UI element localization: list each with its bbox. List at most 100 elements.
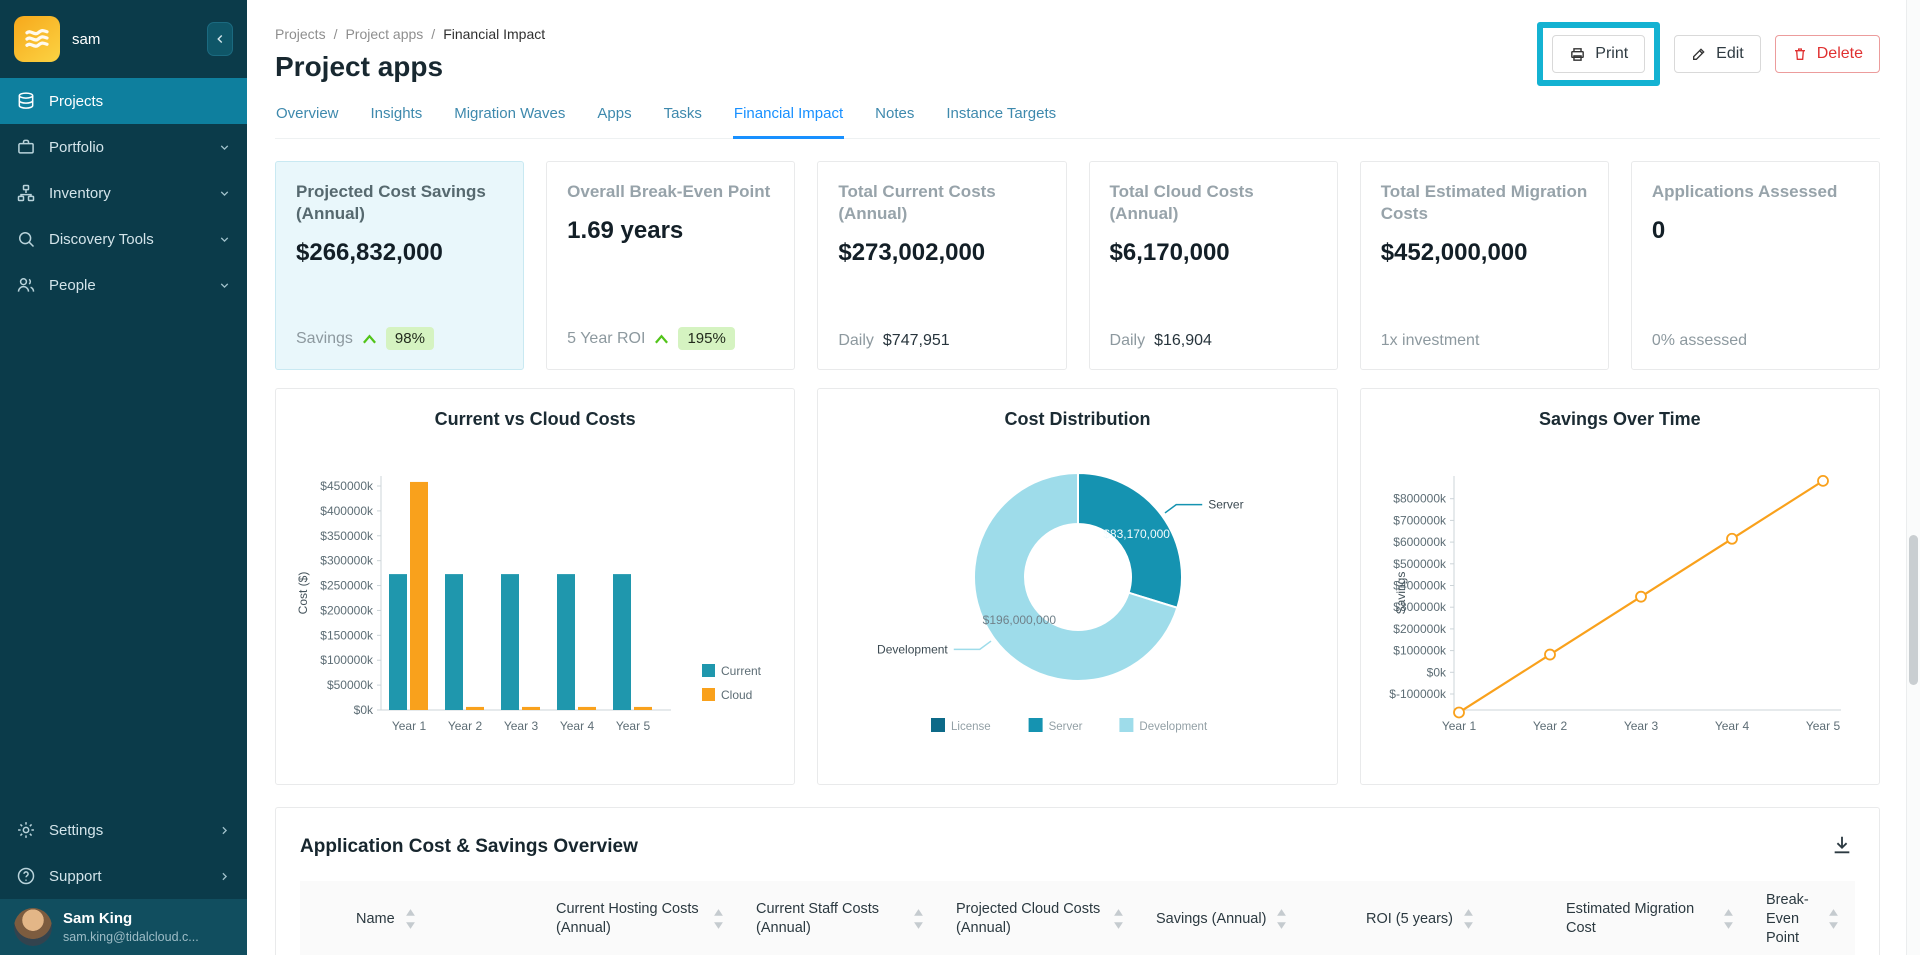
hierarchy-icon bbox=[16, 183, 36, 203]
chart-card-current-vs-cloud: Current vs Cloud Costs $0k$50000k$100000… bbox=[275, 388, 795, 785]
sidebar-item-people[interactable]: People bbox=[0, 262, 247, 308]
sort-carets-icon[interactable] bbox=[1828, 908, 1839, 930]
svg-text:Cost ($): Cost ($) bbox=[296, 572, 310, 615]
bar-chart-svg: $0k$50000k$100000k$150000k$200000k$25000… bbox=[277, 436, 794, 776]
stack-icon bbox=[16, 91, 36, 111]
search-icon bbox=[16, 229, 36, 249]
breadcrumb-item-current: Financial Impact bbox=[443, 26, 545, 42]
tab-overview[interactable]: Overview bbox=[275, 105, 340, 138]
pencil-icon bbox=[1691, 46, 1707, 62]
svg-text:Year 3: Year 3 bbox=[504, 719, 539, 733]
svg-text:Development: Development bbox=[877, 642, 948, 656]
tab-migration-waves[interactable]: Migration Waves bbox=[453, 105, 566, 138]
workspace-name: sam bbox=[72, 31, 100, 48]
sidebar-item-support[interactable]: Support bbox=[0, 853, 247, 899]
delete-button[interactable]: Delete bbox=[1775, 35, 1880, 73]
user-profile[interactable]: Sam King sam.king@tidalcloud.c... bbox=[0, 899, 247, 955]
column-header-savings-annual[interactable]: Savings (Annual) bbox=[1140, 881, 1350, 955]
sidebar-item-portfolio[interactable]: Portfolio bbox=[0, 124, 247, 170]
svg-text:$100000k: $100000k bbox=[320, 653, 374, 667]
chevron-down-icon bbox=[218, 187, 231, 200]
svg-text:$500000k: $500000k bbox=[1394, 557, 1448, 571]
svg-text:$100000k: $100000k bbox=[1394, 644, 1448, 658]
column-header-current-hosting[interactable]: Current Hosting Costs (Annual) bbox=[540, 881, 740, 955]
kpi-value: 1.69 years bbox=[567, 217, 774, 245]
sidebar-collapse-button[interactable] bbox=[207, 22, 233, 56]
sort-carets-icon[interactable] bbox=[1723, 908, 1734, 930]
breadcrumb-item-projects[interactable]: Projects bbox=[275, 26, 326, 42]
roi-percent-badge: 195% bbox=[678, 327, 734, 350]
sidebar-item-label: Settings bbox=[49, 822, 103, 839]
kpi-value: $266,832,000 bbox=[296, 239, 503, 267]
column-header-current-staff[interactable]: Current Staff Costs (Annual) bbox=[740, 881, 940, 955]
sidebar-item-discovery-tools[interactable]: Discovery Tools bbox=[0, 216, 247, 262]
sidebar-item-settings[interactable]: Settings bbox=[0, 807, 247, 853]
tab-apps[interactable]: Apps bbox=[596, 105, 632, 138]
printer-icon bbox=[1569, 46, 1586, 63]
main-content: Projects / Project apps / Financial Impa… bbox=[247, 0, 1920, 955]
column-header-projected-cloud[interactable]: Projected Cloud Costs (Annual) bbox=[940, 881, 1140, 955]
sidebar-item-label: Support bbox=[49, 868, 102, 885]
svg-text:$50000k: $50000k bbox=[327, 678, 374, 692]
svg-text:Development: Development bbox=[1139, 721, 1208, 733]
sidebar-header: sam bbox=[0, 0, 247, 78]
daily-cost-value: $16,904 bbox=[1154, 332, 1212, 350]
sidebar-item-projects[interactable]: Projects bbox=[0, 78, 247, 124]
tab-instance-targets[interactable]: Instance Targets bbox=[945, 105, 1057, 138]
tab-financial-impact[interactable]: Financial Impact bbox=[733, 105, 844, 139]
sort-carets-icon[interactable] bbox=[1463, 908, 1474, 930]
svg-text:$300000k: $300000k bbox=[320, 554, 374, 568]
kpi-card-applications-assessed: Applications Assessed 0 0% assessed bbox=[1631, 161, 1880, 370]
tab-bar: Overview Insights Migration Waves Apps T… bbox=[275, 105, 1880, 139]
kpi-value: $6,170,000 bbox=[1110, 239, 1317, 267]
user-email: sam.king@tidalcloud.c... bbox=[63, 929, 199, 945]
svg-text:$600000k: $600000k bbox=[1394, 535, 1448, 549]
sort-carets-icon[interactable] bbox=[1113, 908, 1124, 930]
column-header-break-even[interactable]: Break-Even Point bbox=[1750, 881, 1855, 955]
sidebar-item-label: Projects bbox=[49, 93, 103, 110]
edit-button[interactable]: Edit bbox=[1674, 35, 1761, 73]
tab-notes[interactable]: Notes bbox=[874, 105, 915, 138]
breadcrumb-separator: / bbox=[334, 26, 338, 42]
chart-title: Current vs Cloud Costs bbox=[276, 409, 794, 430]
chevron-right-icon bbox=[218, 870, 231, 883]
svg-text:Year 4: Year 4 bbox=[1715, 719, 1750, 733]
scrollbar-thumb[interactable] bbox=[1909, 535, 1918, 685]
sidebar: sam Projects Portfolio bbox=[0, 0, 247, 955]
kpi-value: $452,000,000 bbox=[1381, 239, 1588, 267]
chevron-down-icon bbox=[218, 279, 231, 292]
sort-carets-icon[interactable] bbox=[405, 908, 416, 930]
svg-text:$200000k: $200000k bbox=[1394, 622, 1448, 636]
avatar bbox=[14, 908, 52, 946]
column-header-name[interactable]: Name bbox=[300, 881, 540, 955]
chevron-left-icon bbox=[213, 32, 227, 46]
column-header-estimated-migration[interactable]: Estimated Migration Cost bbox=[1550, 881, 1750, 955]
tidal-logo-icon bbox=[22, 24, 52, 54]
download-button[interactable] bbox=[1829, 832, 1855, 861]
user-name: Sam King bbox=[63, 909, 199, 929]
svg-text:Year 5: Year 5 bbox=[1806, 719, 1841, 733]
tab-insights[interactable]: Insights bbox=[370, 105, 424, 138]
breadcrumb-item-project-apps[interactable]: Project apps bbox=[345, 26, 423, 42]
caret-up-icon bbox=[654, 333, 669, 345]
column-header-roi[interactable]: ROI (5 years) bbox=[1350, 881, 1550, 955]
kpi-value: $273,002,000 bbox=[838, 239, 1045, 267]
chart-title: Cost Distribution bbox=[818, 409, 1336, 430]
tab-tasks[interactable]: Tasks bbox=[663, 105, 703, 138]
trash-icon bbox=[1792, 46, 1808, 62]
sidebar-item-inventory[interactable]: Inventory bbox=[0, 170, 247, 216]
svg-text:$400000k: $400000k bbox=[320, 504, 374, 518]
sidebar-item-label: Discovery Tools bbox=[49, 231, 154, 248]
sort-carets-icon[interactable] bbox=[713, 908, 724, 930]
print-button[interactable]: Print bbox=[1552, 35, 1645, 73]
sort-carets-icon[interactable] bbox=[913, 908, 924, 930]
page-scrollbar[interactable] bbox=[1906, 0, 1920, 955]
sidebar-item-label: Portfolio bbox=[49, 139, 104, 156]
sidebar-item-label: Inventory bbox=[49, 185, 111, 202]
svg-text:$450000k: $450000k bbox=[320, 479, 374, 493]
kpi-card-current-costs: Total Current Costs (Annual) $273,002,00… bbox=[817, 161, 1066, 370]
app-logo bbox=[14, 16, 60, 62]
print-highlight-annotation: Print bbox=[1537, 22, 1660, 86]
sort-carets-icon[interactable] bbox=[1276, 908, 1287, 930]
svg-text:License: License bbox=[951, 721, 991, 733]
